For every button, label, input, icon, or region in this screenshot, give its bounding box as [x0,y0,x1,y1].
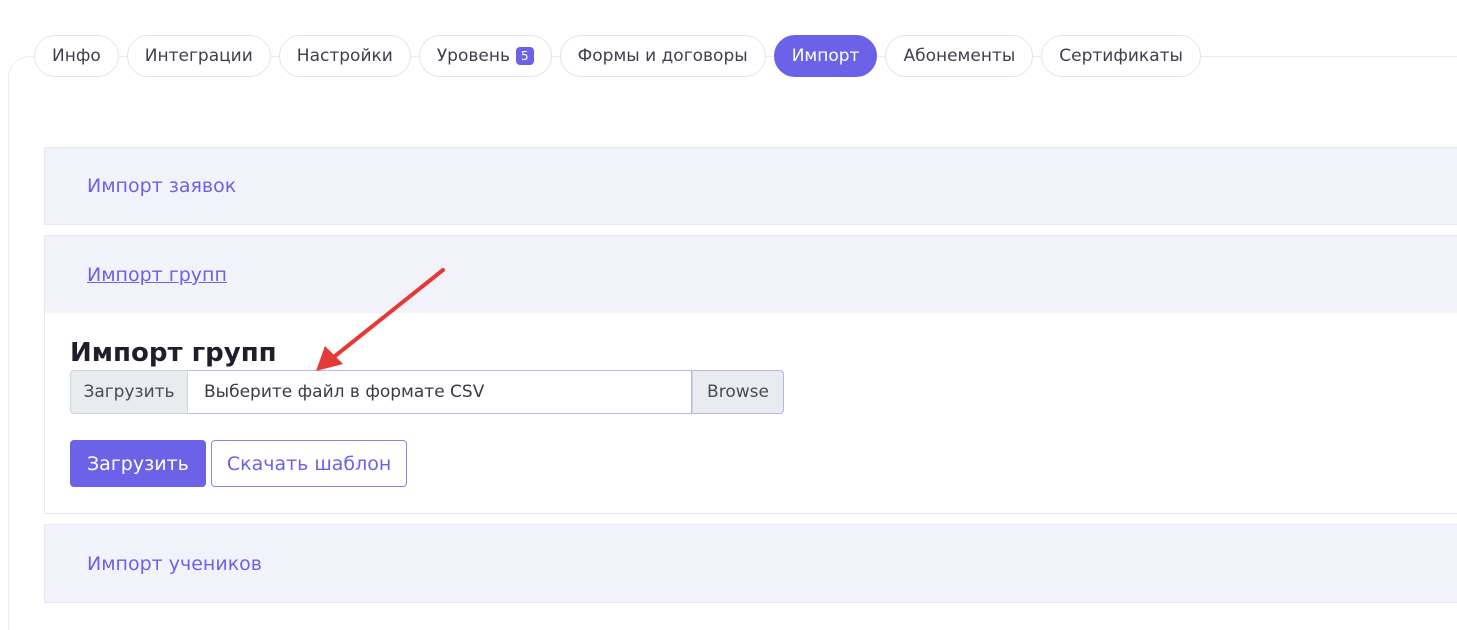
tab-label: Настройки [296,46,393,66]
accordion-title: Импорт учеников [87,552,262,575]
tab-label: Импорт [791,46,860,66]
file-upload-group: Загрузить Выберите файл в формате CSV Br… [70,370,784,414]
file-input[interactable]: Выберите файл в формате CSV [188,370,692,414]
tab-label: Абонементы [903,46,1016,66]
upload-button[interactable]: Загрузить [70,440,206,487]
tab-settings[interactable]: Настройки [278,35,411,77]
page: Инфо Интеграции Настройки Уровень 5 Формы… [0,0,1457,630]
tab-label: Сертификаты [1059,46,1183,66]
tab-label: Формы и договоры [577,46,748,66]
accordion-import-orders[interactable]: Импорт заявок [44,147,1457,225]
tab-bar: Инфо Интеграции Настройки Уровень 5 Формы… [34,35,1201,77]
accordion-import-groups[interactable]: Импорт групп [44,235,1457,314]
upload-prefix-label: Загрузить [70,370,188,414]
tab-level[interactable]: Уровень 5 [418,35,552,77]
tab-label: Инфо [52,46,101,66]
browse-button[interactable]: Browse [692,370,784,414]
tab-forms-contracts[interactable]: Формы и договоры [559,35,766,77]
tab-certificates[interactable]: Сертификаты [1041,35,1201,77]
accordion-title: Импорт заявок [87,175,237,197]
section-heading: Импорт групп [70,338,277,368]
tab-subscriptions[interactable]: Абонементы [885,35,1034,77]
download-template-button[interactable]: Скачать шаблон [210,440,408,487]
tab-import[interactable]: Импорт [773,35,878,77]
action-buttons: Загрузить Скачать шаблон [70,440,408,487]
accordion-title-link[interactable]: Импорт групп [87,264,227,286]
tab-integrations[interactable]: Интеграции [126,35,271,77]
import-groups-body: Импорт групп Загрузить Выберите файл в ф… [44,313,1457,514]
tab-info[interactable]: Инфо [34,35,119,77]
level-badge: 5 [515,47,534,65]
tab-label: Интеграции [144,46,253,66]
accordion-import-students[interactable]: Импорт учеников [44,524,1457,603]
tab-label: Уровень [436,46,510,66]
